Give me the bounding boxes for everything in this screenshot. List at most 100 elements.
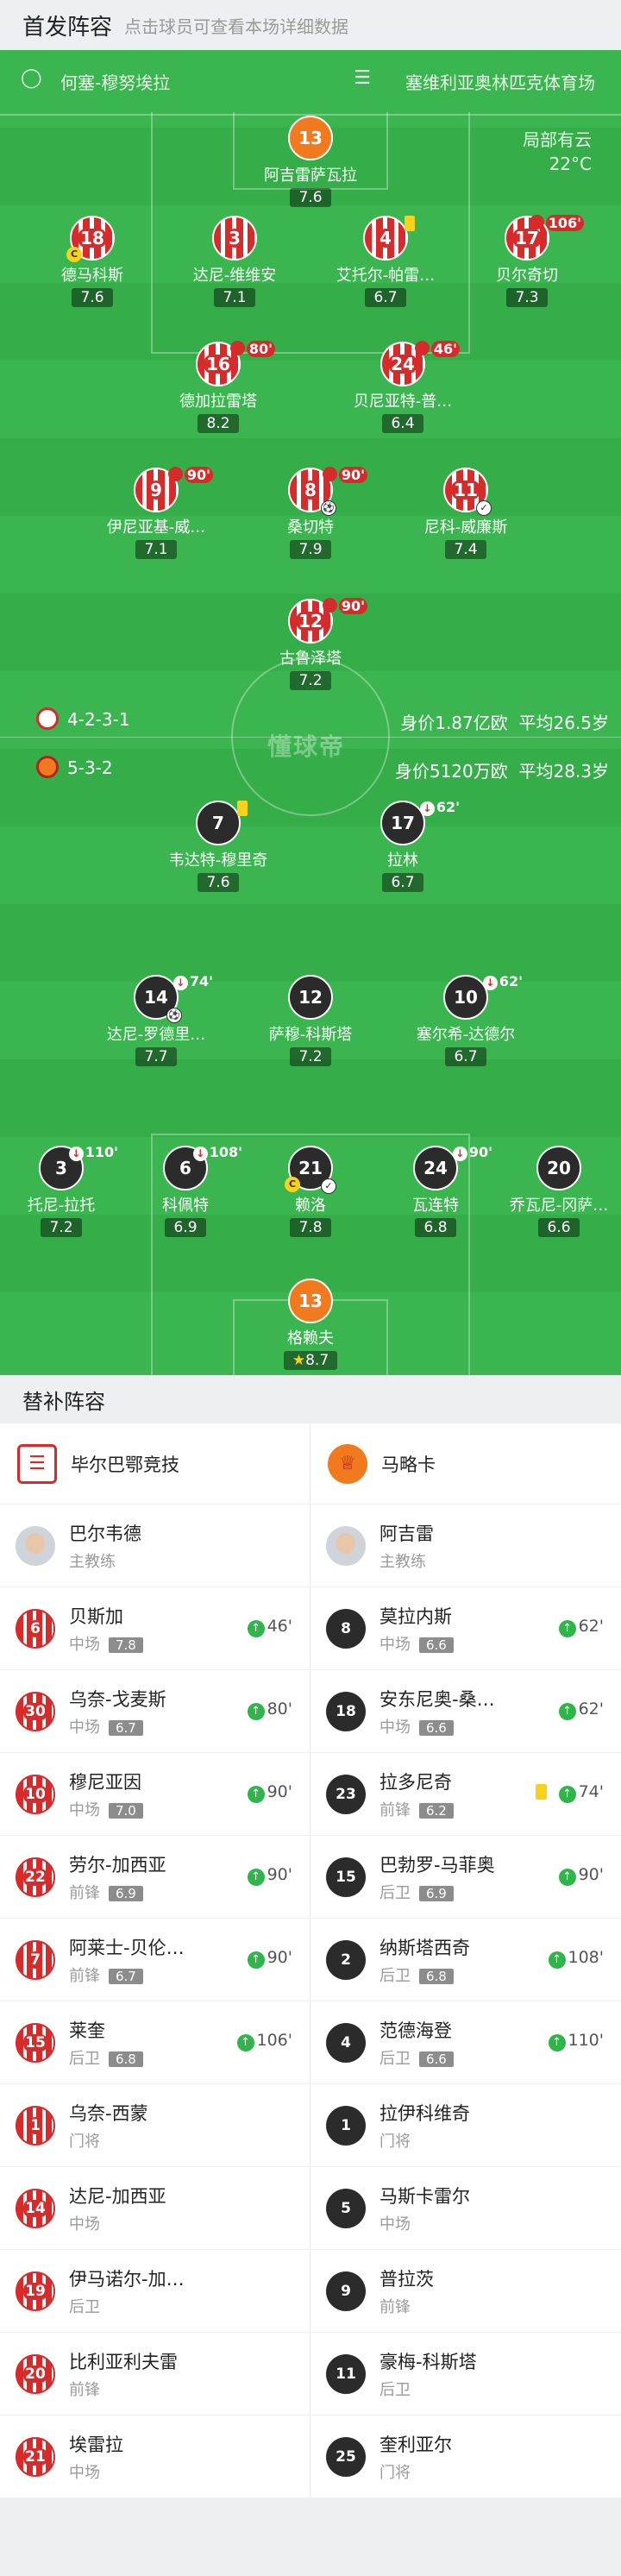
home-sub[interactable]: 10 穆尼亚因 中场 7.0 ↑ 90': [0, 1753, 310, 1835]
player-away-9[interactable]: 20 乔瓦尼-冈萨… 6.6: [486, 1146, 621, 1237]
player-home-7[interactable]: 9 ↓ 90' 伊尼亚基-威… 7.1: [83, 467, 229, 559]
player-name: 乌奈-戈麦斯: [69, 1688, 166, 1710]
captain-icon: C: [285, 1177, 300, 1192]
player-home-3[interactable]: 4 艾托尔-帕雷… 6.7: [312, 216, 459, 307]
player-away-0[interactable]: 7 韦达特-穆里奇 7.6: [145, 801, 292, 892]
away-sub[interactable]: 23 拉多尼奇 前锋 6.2 ↑ 74': [310, 1753, 621, 1835]
sub-out-icon: ↓: [192, 1147, 208, 1161]
player-home-4[interactable]: 17 ↓ 106' 贝尔奇切 7.3: [454, 215, 600, 307]
jersey: 24 ↓ 46': [380, 341, 460, 386]
position: 前锋: [69, 1883, 100, 1902]
subs-list: ☰ 毕尔巴鄂竞技 ♕ 马略卡 巴尔韦德 主教练 阿吉雷 主教练 6 贝斯加 中场 7.8 ↑…: [0, 1423, 621, 2498]
player-away-1[interactable]: 17 ↓ 62' 拉林 6.7: [329, 799, 476, 892]
away-sub[interactable]: 11 豪梅-科斯塔 后卫: [310, 2333, 621, 2415]
home-sub[interactable]: 15 莱奎 后卫 6.8 ↑ 106': [0, 2001, 310, 2083]
player-home-6[interactable]: 24 ↓ 46' 贝尼亚特-普… 6.4: [329, 341, 476, 433]
jersey: 14: [16, 2188, 55, 2228]
jersey: 8 ↓ 90' ⚽: [288, 467, 367, 516]
home-club[interactable]: ☰ 毕尔巴鄂竞技: [0, 1423, 310, 1504]
jersey: 10: [16, 1774, 55, 1814]
sub-out-icon: ↓: [322, 467, 337, 482]
sub-in-icon: ↑: [247, 1620, 265, 1637]
sub-in-icon: ↑: [558, 1703, 576, 1720]
sub-in-icon: ↑: [548, 2034, 566, 2051]
away-sub[interactable]: 2 纳斯塔西奇 后卫 6.8 ↑ 108': [310, 1919, 621, 2001]
player-name: 埃雷拉: [69, 2434, 123, 2455]
sub-row: 21 埃雷拉 中场 25 奎利亚尔 门将: [0, 2416, 621, 2498]
player-home-9[interactable]: 11 ✓ 尼科-威廉斯 7.4: [392, 468, 539, 559]
jersey: 11: [326, 2353, 366, 2394]
jersey: 2: [326, 1939, 366, 1980]
away-sub[interactable]: 25 奎利亚尔 门将: [310, 2416, 621, 2497]
jersey: 24 ↓ 90': [413, 1144, 492, 1191]
away-sub[interactable]: 18 安东尼奥-桑… 中场 6.6 ↑ 62': [310, 1670, 621, 1752]
player-home-5[interactable]: 16 ↓ 80' 德加拉雷塔 8.2: [145, 341, 292, 433]
jersey: 13: [288, 116, 333, 160]
home-sub[interactable]: 21 埃雷拉 中场: [0, 2416, 310, 2497]
position: 中场: [380, 1635, 411, 1654]
home-sub[interactable]: 14 达尼-加西亚 中场: [0, 2167, 310, 2249]
player-name: 比利亚利夫雷: [69, 2351, 178, 2372]
home-sub[interactable]: 30 乌奈-戈麦斯 中场 6.7 ↑ 80': [0, 1670, 310, 1752]
position: 前锋: [69, 1966, 100, 1985]
jersey: 19: [16, 2271, 55, 2311]
sub-row: 15 莱奎 后卫 6.8 ↑ 106' 4 范德海登 后卫 6.6 ↑ 110': [0, 2001, 621, 2084]
player-home-10[interactable]: 12 ↓ 90' 古鲁泽塔 7.2: [237, 598, 384, 690]
player-home-2[interactable]: 3 达尼-维维安 7.1: [161, 216, 308, 307]
home-sub[interactable]: 19 伊马诺尔-加… 后卫: [0, 2250, 310, 2332]
rating: 6.6: [419, 1637, 454, 1653]
position: 后卫: [69, 2297, 100, 2316]
assist-boot-icon: ✓: [321, 1178, 336, 1194]
position: 门将: [380, 2132, 411, 2151]
star-icon: ★: [292, 1352, 306, 1369]
away-sub[interactable]: 5 马斯卡雷尔 中场: [310, 2167, 621, 2249]
home-sub[interactable]: 1 乌奈-西蒙 门将: [0, 2084, 310, 2166]
home-sub[interactable]: 22 劳尔-加西亚 前锋 6.9 ↑ 90': [0, 1836, 310, 1918]
home-sub[interactable]: 20 比利亚利夫雷 前锋: [0, 2333, 310, 2415]
sub-in: ↑ 90': [247, 1865, 292, 1886]
player-home-1[interactable]: 18 C 德马科斯 7.6: [19, 216, 166, 307]
position: 前锋: [380, 2297, 411, 2316]
player-away-gk[interactable]: 13 格赖夫 ★8.7: [237, 1279, 384, 1370]
player-name: 普拉茨: [380, 2268, 434, 2290]
away-coach[interactable]: 阿吉雷 主教练: [310, 1505, 621, 1586]
position: 中场: [380, 1718, 411, 1737]
rating: 7.8: [109, 1637, 143, 1653]
position: 中场: [69, 2463, 100, 2482]
player-name: 劳尔-加西亚: [69, 1854, 166, 1875]
rating: 6.6: [419, 2051, 454, 2067]
sub-in: ↑ 110': [548, 2031, 604, 2051]
away-sub[interactable]: 15 巴勃罗-马菲奥 后卫 6.9 ↑ 90': [310, 1836, 621, 1918]
position: 中场: [69, 1718, 100, 1737]
player-home-gk[interactable]: 13 阿吉雷萨瓦拉 7.6: [237, 116, 384, 207]
jersey: 12: [288, 975, 333, 1020]
player-name: 安东尼奥-桑…: [380, 1688, 495, 1710]
player-away-2[interactable]: 14 ↓ 74' ⚽ 达尼-罗德里… 7.7: [83, 973, 229, 1066]
away-sub[interactable]: 1 拉伊科维奇 门将: [310, 2084, 621, 2166]
home-formation: 4-2-3-1: [67, 709, 130, 730]
jersey: 5: [326, 2188, 366, 2228]
stadium-name: 塞维利亚奥林匹克体育场: [405, 72, 595, 93]
away-sub[interactable]: 9 普拉茨 前锋: [310, 2250, 621, 2332]
player-name: 莱奎: [69, 2020, 105, 2041]
jersey: 12 ↓ 90': [288, 598, 367, 644]
position: 门将: [69, 2132, 100, 2151]
rating: 6.8: [109, 2051, 143, 2067]
venue-bar: ◯ 何塞-穆努埃拉 ☰ 塞维利亚奥林匹克体育场: [0, 67, 621, 93]
jersey: 23: [326, 1774, 366, 1814]
position: 前锋: [69, 2380, 100, 2399]
home-coach[interactable]: 巴尔韦德 主教练: [0, 1505, 310, 1586]
player-away-3[interactable]: 12 萨穆-科斯塔 7.2: [237, 975, 384, 1066]
position: 中场: [69, 1635, 100, 1654]
home-sub[interactable]: 6 贝斯加 中场 7.8 ↑ 46': [0, 1587, 310, 1669]
jersey: 25: [326, 2436, 366, 2477]
player-away-4[interactable]: 10 ↓ 62' 塞尔希-达德尔 6.7: [392, 973, 539, 1066]
home-sub[interactable]: 7 阿莱士-贝伦… 前锋 6.7 ↑ 90': [0, 1919, 310, 2001]
sub-out-icon: ↓: [68, 1147, 84, 1161]
away-sub[interactable]: 4 范德海登 后卫 6.6 ↑ 110': [310, 2001, 621, 2083]
stadium-icon: ☰: [354, 67, 371, 89]
player-home-8[interactable]: 8 ↓ 90' ⚽ 桑切特 7.9: [237, 467, 384, 559]
player-name: 豪梅-科斯塔: [380, 2351, 477, 2372]
away-club[interactable]: ♕ 马略卡: [310, 1423, 621, 1504]
away-sub[interactable]: 8 莫拉内斯 中场 6.6 ↑ 62': [310, 1587, 621, 1669]
